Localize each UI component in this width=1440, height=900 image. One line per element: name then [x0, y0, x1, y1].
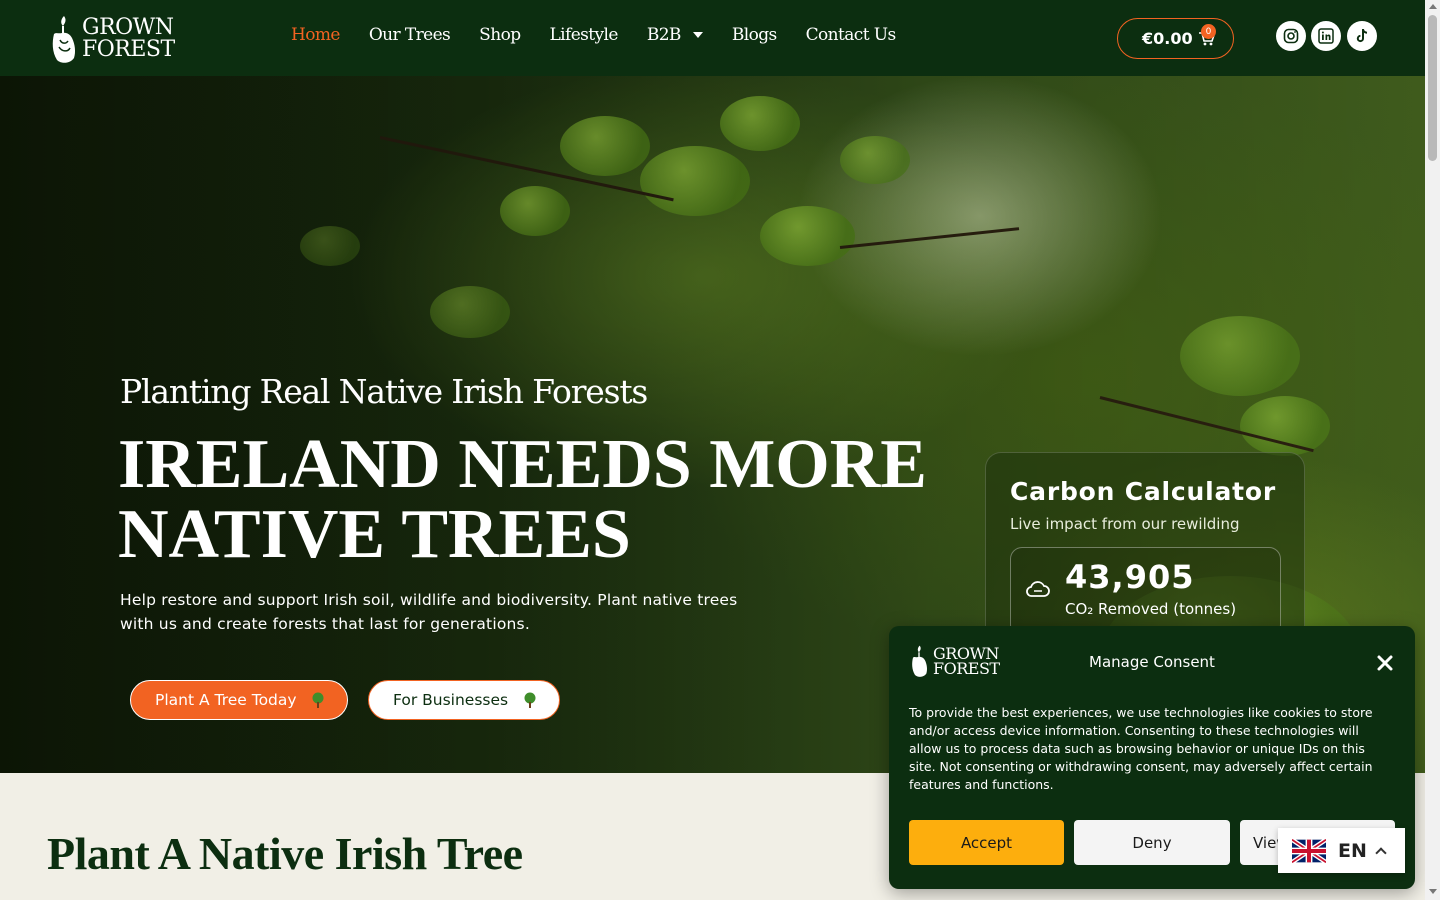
- carbon-calculator-card: Carbon Calculator Live impact from our r…: [985, 452, 1305, 642]
- hero-description: Help restore and support Irish soil, wil…: [120, 591, 738, 633]
- co2-stat-box: 43,905 CO₂ Removed (tonnes): [1010, 547, 1281, 637]
- linkedin-link[interactable]: [1311, 21, 1341, 51]
- logo-hand-icon: [52, 16, 76, 63]
- scrollbar-thumb[interactable]: [1428, 15, 1437, 161]
- calculator-title: Carbon Calculator: [1010, 477, 1277, 506]
- nav-shop[interactable]: Shop: [479, 25, 521, 45]
- cart-count-badge: 0: [1201, 24, 1216, 39]
- uk-flag-icon: [1292, 838, 1326, 863]
- close-icon[interactable]: [1375, 653, 1395, 673]
- hero-title-line-1: IRELAND NEEDS MORE: [118, 426, 927, 503]
- logo-line-1: GROWN: [82, 15, 174, 40]
- tiktok-icon: [1356, 29, 1368, 43]
- tree-icon: [524, 692, 536, 708]
- tiktok-link[interactable]: [1347, 21, 1377, 51]
- co2-cloud-icon: [1026, 581, 1050, 597]
- logo-line-2: FOREST: [82, 37, 175, 62]
- linkedin-icon: [1318, 28, 1334, 44]
- language-code: EN: [1338, 839, 1367, 862]
- consent-logo: GROWN FOREST: [909, 644, 1000, 678]
- co2-label: CO₂ Removed (tonnes): [1065, 600, 1237, 618]
- cart-button[interactable]: €0.00: [1117, 18, 1234, 59]
- consent-wordmark: GROWN FOREST: [933, 646, 1000, 678]
- nav-contact-us[interactable]: Contact Us: [806, 25, 897, 45]
- cart-total: €0.00: [1142, 29, 1193, 48]
- consent-title: Manage Consent: [1089, 653, 1215, 671]
- nav-home[interactable]: Home: [291, 25, 340, 45]
- logo-hand-icon: [912, 645, 928, 677]
- main-nav: Home Our Trees Shop Lifestyle B2B Blogs …: [291, 25, 925, 45]
- chevron-up-icon: [1375, 846, 1387, 859]
- site-header: GROWN FOREST Home Our Trees Shop Lifesty…: [0, 0, 1425, 76]
- plant-a-tree-label: Plant A Tree Today: [155, 691, 297, 709]
- nav-b2b-label: B2B: [646, 25, 682, 45]
- tree-icon: [312, 692, 324, 708]
- chevron-down-icon: [692, 32, 703, 38]
- nav-b2b[interactable]: B2B: [647, 25, 703, 45]
- site-logo[interactable]: GROWN FOREST: [48, 14, 175, 64]
- nav-our-trees[interactable]: Our Trees: [369, 25, 451, 45]
- plant-a-tree-button[interactable]: Plant A Tree Today: [130, 680, 348, 720]
- instagram-link[interactable]: [1276, 21, 1306, 51]
- accept-button[interactable]: Accept: [909, 820, 1064, 865]
- for-businesses-label: For Businesses: [393, 691, 509, 709]
- hero-kicker: Planting Real Native Irish Forests: [120, 372, 648, 411]
- for-businesses-button[interactable]: For Businesses: [368, 680, 560, 720]
- plant-tree-section-title: Plant A Native Irish Tree: [47, 828, 523, 879]
- nav-blogs[interactable]: Blogs: [732, 25, 777, 45]
- hero-title: IRELAND NEEDS MORE NATIVE TREES: [118, 430, 927, 570]
- logo-wordmark: GROWN FOREST: [82, 17, 175, 61]
- co2-value: 43,905: [1065, 558, 1195, 596]
- scroll-up-arrow-icon[interactable]: [1429, 4, 1437, 9]
- hero-title-line-2: NATIVE TREES: [118, 496, 631, 573]
- consent-text: To provide the best experiences, we use …: [909, 705, 1373, 792]
- scroll-down-arrow-icon[interactable]: [1429, 889, 1437, 894]
- deny-button[interactable]: Deny: [1074, 820, 1230, 865]
- language-switcher[interactable]: EN: [1278, 828, 1405, 873]
- calculator-subtitle: Live impact from our rewilding: [1010, 515, 1240, 533]
- instagram-icon: [1283, 28, 1299, 44]
- page-scrollbar[interactable]: [1425, 0, 1440, 900]
- nav-lifestyle[interactable]: Lifestyle: [549, 25, 618, 45]
- consent-logo-line-2: FOREST: [933, 659, 1000, 678]
